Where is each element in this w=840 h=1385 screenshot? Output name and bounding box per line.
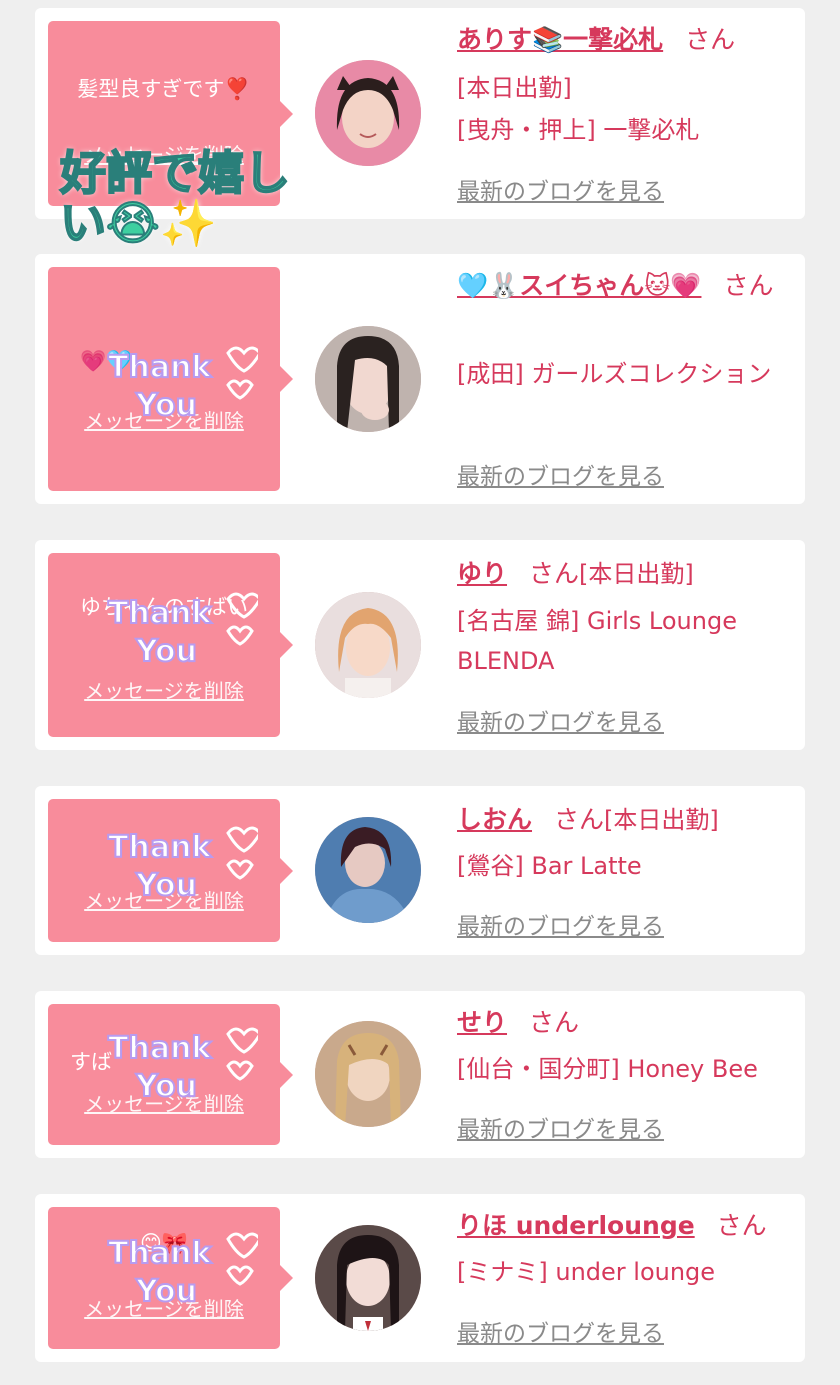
delete-message-link[interactable]: メッセージを削除 [48,675,280,704]
honorific: さん [716,1211,767,1240]
message-text: 髪型良すぎです❣️ [77,77,251,101]
shop-info: [成田] ガールズコレクション [457,360,772,388]
latest-blog-link[interactable]: 最新のブログを見る [457,172,664,206]
cast-name-line: 🩵🐰スイちゃん🐱💗 さん [457,266,797,306]
honorific: さん [529,559,580,588]
cast-card: すば メッセージを削除 Thank You せり さん [仙台・国分町] Hone… [35,991,805,1158]
cast-name-line: ありす📚一撃必札 さん [457,20,797,60]
message-bubble: 💗🩵 メッセージを削除 Thank You [48,267,293,491]
avatar-image [315,326,421,432]
cast-name-link[interactable]: りほ underlounge [457,1211,695,1240]
message-bubble: 髪型良すぎです❣️ メッセージを削除 [48,21,293,206]
honorific: さん [554,805,605,834]
avatar[interactable] [315,1225,421,1331]
latest-blog-link[interactable]: 最新のブログを見る [457,703,664,737]
avatar[interactable] [315,592,421,698]
shop-info: [鶯谷] Bar Latte [457,852,642,880]
work-status: [本日出勤] [604,806,719,834]
shop-info: [名古屋 錦] Girls Lounge BLENDA [457,607,737,675]
avatar[interactable] [315,817,421,923]
cast-card: 💗🩵 メッセージを削除 Thank You 🩵🐰スイちゃん🐱💗 さん [成田] ガ… [35,254,805,504]
thank-text: Thank [108,830,212,865]
cast-name-line: ゆり さん[本日出勤] [457,554,797,594]
latest-blog-link[interactable]: 最新のブログを見る [457,907,664,941]
avatar[interactable] [315,326,421,432]
delete-message-link[interactable]: メッセージを削除 [48,405,280,434]
cast-name-link[interactable]: 🩵🐰スイちゃん🐱💗 [457,271,701,300]
shop-info: [曳舟・押上] 一撃必札 [457,116,700,144]
delete-message-link[interactable]: メッセージを削除 [48,885,280,914]
honorific: さん [685,25,736,54]
avatar-image [315,592,421,698]
message-bubble: メッセージを削除 Thank You [48,799,293,942]
cast-name-link[interactable]: せり [457,1008,507,1037]
cast-card: ゆちゃんのすばい メッセージを削除 Thank You ゆり さん[本日出勤] [… [35,540,805,750]
cast-name-line: しおん さん[本日出勤] [457,800,797,840]
avatar[interactable] [315,60,421,166]
cast-card: 髪型良すぎです❣️ メッセージを削除 ありす📚一撃必札 さん [本日出勤] [曳舟… [35,8,805,219]
message-bubble: ゆちゃんのすばい メッセージを削除 Thank You [48,553,293,737]
avatar-image [315,1021,421,1127]
message-text: ゆちゃんのすばい [80,595,248,619]
work-status: [本日出勤] [579,560,694,588]
delete-message-link[interactable]: メッセージを削除 [48,139,280,168]
avatar-image [315,60,421,166]
cast-name-link[interactable]: しおん [457,805,532,834]
cast-name-link[interactable]: ゆり [457,559,507,588]
you-text: You [135,634,197,669]
latest-blog-link[interactable]: 最新のブログを見る [457,457,664,491]
message-bubble: すば メッセージを削除 Thank You [48,1004,293,1145]
message-text: 💗🩵 [80,349,133,373]
avatar[interactable] [315,1021,421,1127]
message-text: 😊🎀 [139,1231,189,1255]
delete-message-link[interactable]: メッセージを削除 [48,1088,280,1117]
cast-card: 😊🎀 メッセージを削除 Thank You りほ underlounge さん [… [35,1194,805,1362]
cast-name-line: せり さん [457,1003,797,1043]
favorite-cast-list: 髪型良すぎです❣️ メッセージを削除 ありす📚一撃必札 さん [本日出勤] [曳舟… [0,0,840,1385]
avatar-image [315,1225,421,1331]
work-status: [本日出勤] [457,74,572,102]
shop-info: [ミナミ] under lounge [457,1258,716,1286]
honorific: さん [723,271,774,300]
shop-info: [仙台・国分町] Honey Bee [457,1055,758,1083]
message-bubble: 😊🎀 メッセージを削除 Thank You [48,1207,293,1349]
cast-name-link[interactable]: ありす📚一撃必札 [457,25,663,54]
latest-blog-link[interactable]: 最新のブログを見る [457,1314,664,1348]
delete-message-link[interactable]: メッセージを削除 [48,1293,280,1322]
avatar-image [315,817,421,923]
message-text: すば [70,1050,112,1074]
cast-card: メッセージを削除 Thank You しおん さん[本日出勤] [鶯谷] Bar … [35,786,805,955]
latest-blog-link[interactable]: 最新のブログを見る [457,1110,664,1144]
cast-name-line: りほ underlounge さん [457,1206,797,1246]
honorific: さん [529,1008,580,1037]
